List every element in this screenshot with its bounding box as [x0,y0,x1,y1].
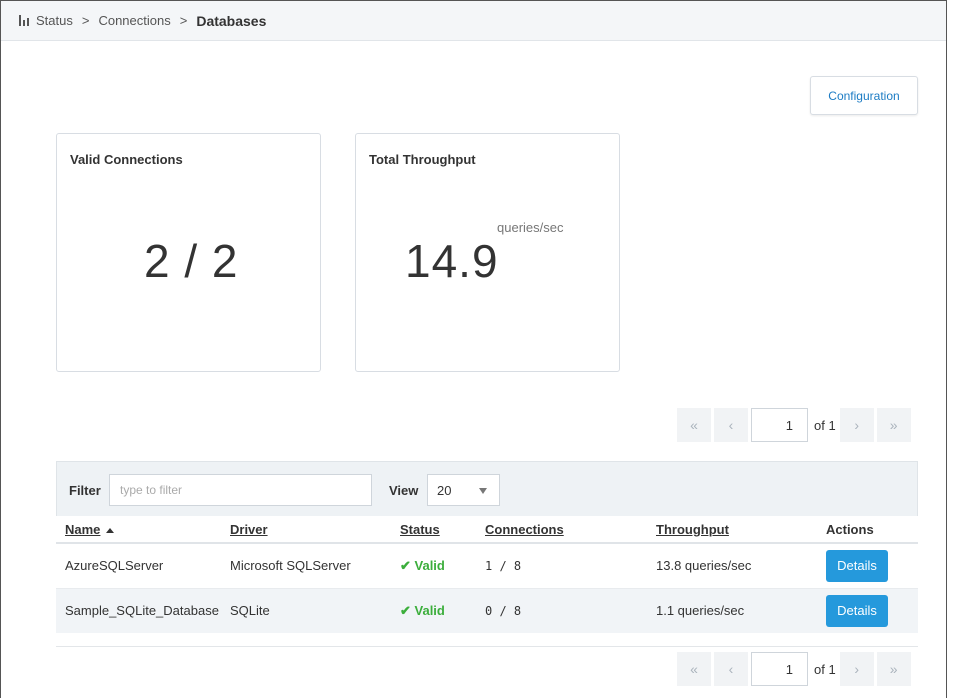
table-row: AzureSQLServer Microsoft SQLServer ✔ Val… [56,543,918,589]
prev-page-button[interactable]: ‹ [714,408,748,442]
filter-label: Filter [69,483,101,498]
total-throughput-unit: queries/sec [497,220,564,235]
breadcrumb-current: Databases [196,12,267,29]
breadcrumb-separator: > [179,13,188,28]
cell-connections: 0 / 8 [485,588,656,633]
last-page-button[interactable]: » [876,408,911,442]
page-number-input[interactable]: 1 [751,408,808,442]
prev-page-button[interactable]: ‹ [714,652,748,686]
check-icon: ✔ [400,602,415,618]
filter-input[interactable]: type to filter [109,474,372,506]
configuration-button[interactable]: Configuration [810,76,918,115]
cell-throughput: 1.1 queries/sec [656,588,826,633]
cell-driver: Microsoft SQLServer [230,543,400,589]
breadcrumb-separator: > [81,13,90,28]
column-header-status[interactable]: Status [400,516,485,544]
page-count: of 1 [814,417,836,433]
cell-driver: SQLite [230,588,400,633]
page-count: of 1 [814,661,836,677]
cell-name: AzureSQLServer [56,543,230,589]
cell-actions: Details [826,588,918,633]
cell-throughput: 13.8 queries/sec [656,543,826,589]
pager-bottom: « ‹ 1 of 1 › » [677,652,911,686]
table-header-row: Name Driver Status Connections Throughpu… [56,516,918,544]
next-page-button[interactable]: › [839,408,874,442]
view-select-value: 20 [437,482,452,498]
table-row: Sample_SQLite_Database SQLite ✔ Valid 0 … [56,588,918,633]
cell-connections: 1 / 8 [485,543,656,589]
view-select[interactable]: 20 [427,474,500,506]
cell-name: Sample_SQLite_Database [56,588,230,633]
breadcrumb-item-status[interactable]: Status [36,13,73,28]
cell-status: ✔ Valid [400,543,485,589]
column-header-throughput[interactable]: Throughput [656,516,826,544]
chevron-down-icon [479,488,487,494]
pager-top: « ‹ 1 of 1 › » [677,408,911,442]
filter-bar: Filter type to filter View 20 [56,461,918,516]
valid-connections-card: Valid Connections 2 / 2 [56,133,321,372]
page-number-input[interactable]: 1 [751,652,808,686]
details-button[interactable]: Details [826,594,888,627]
view-label: View [389,483,419,498]
column-header-name[interactable]: Name [56,516,230,544]
connections-table: Filter type to filter View 20 Name Drive… [56,461,918,647]
next-page-button[interactable]: › [839,652,874,686]
cell-status: ✔ Valid [400,588,485,633]
column-header-driver[interactable]: Driver [230,516,400,544]
cell-actions: Details [826,543,918,589]
column-header-connections[interactable]: Connections [485,516,656,544]
breadcrumb: Status > Connections > Databases [1,1,946,41]
column-header-actions: Actions [826,516,918,544]
valid-connections-title: Valid Connections [70,152,183,167]
total-throughput-card: Total Throughput 14.9 queries/sec [355,133,620,372]
details-button[interactable]: Details [826,549,888,582]
first-page-button[interactable]: « [677,652,711,686]
table-bottom-border [56,633,918,647]
breadcrumb-item-connections[interactable]: Connections [98,13,170,28]
table: Name Driver Status Connections Throughpu… [56,516,918,633]
check-icon: ✔ [400,557,415,573]
first-page-button[interactable]: « [677,408,711,442]
total-throughput-value: 14.9 [405,235,499,287]
last-page-button[interactable]: » [876,652,911,686]
sort-ascending-icon [106,527,115,533]
bar-chart-icon [19,15,31,26]
valid-connections-value: 2 / 2 [144,235,239,287]
total-throughput-title: Total Throughput [369,152,476,167]
